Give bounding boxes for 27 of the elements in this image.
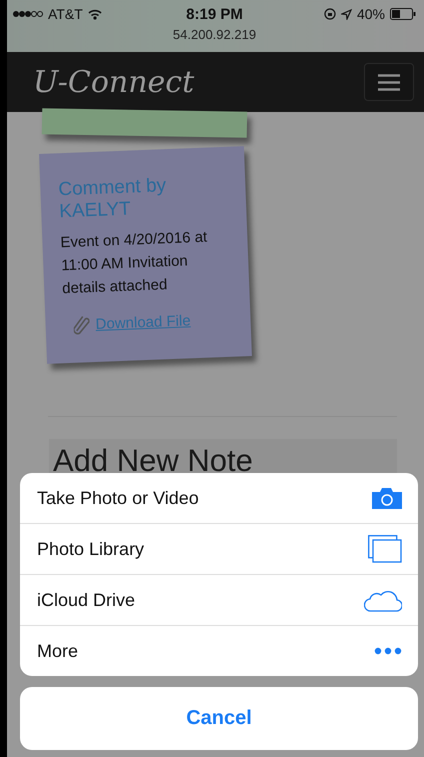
action-item[interactable]: Photo Library <box>20 523 418 574</box>
note-text: Event on 4/20/2016 at 11:00 AM Invitation details attached <box>60 228 208 300</box>
photo-library-icon <box>368 535 402 563</box>
location-icon <box>340 8 352 20</box>
paperclip-icon <box>73 313 90 336</box>
camera-icon <box>372 487 402 509</box>
action-item[interactable]: iCloud Drive <box>20 574 418 625</box>
menu-icon <box>378 74 400 90</box>
wifi-icon <box>88 8 102 20</box>
note-title: Comment by KAELYT <box>58 174 168 224</box>
battery-icon <box>390 8 416 20</box>
menu-button[interactable] <box>364 63 414 101</box>
action-label: iCloud Drive <box>37 590 136 610</box>
cloud-icon <box>364 588 402 612</box>
cancel-button[interactable]: Cancel <box>20 687 418 750</box>
clock-time: 8:19 PM <box>186 6 243 22</box>
page-url: 54.200.92.219 <box>172 27 256 42</box>
action-label: Take Photo or Video <box>37 488 199 508</box>
action-label: Photo Library <box>37 538 144 560</box>
action-label: More <box>37 640 78 662</box>
battery-percent: 40% <box>356 6 385 22</box>
more-icon <box>374 647 402 655</box>
carrier: AT&T <box>48 6 83 22</box>
signal-icon <box>13 10 43 18</box>
brand-logo[interactable]: U-Connect <box>33 64 194 100</box>
rotation-lock-icon <box>324 8 336 20</box>
action-item[interactable]: More <box>20 625 418 676</box>
